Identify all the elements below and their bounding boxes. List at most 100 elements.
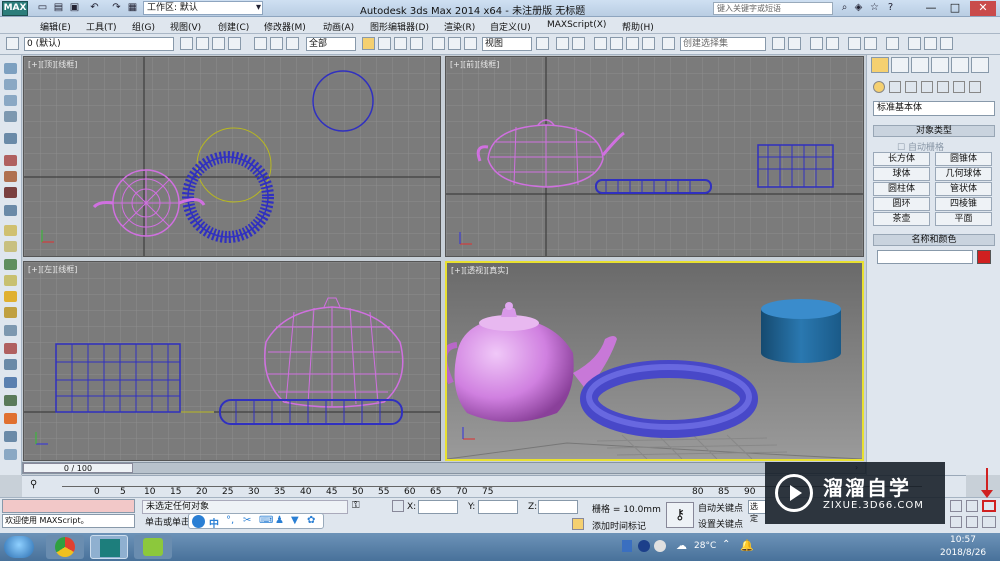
render-setup-icon[interactable]	[908, 37, 921, 50]
zoom-extents-icon[interactable]	[982, 500, 996, 512]
time-slider[interactable]: 0 / 100 ›	[22, 462, 866, 474]
search-input[interactable]: 键入关键字或短语	[713, 2, 833, 15]
notification-bell-icon[interactable]: 🔔	[740, 539, 754, 552]
ime-settings-icon[interactable]: ✿	[307, 515, 315, 526]
unlink-icon[interactable]	[270, 37, 283, 50]
box-button[interactable]: 长方体	[873, 152, 930, 166]
tray-icon-1[interactable]	[622, 540, 632, 552]
weather-cloud-icon[interactable]: ☁	[676, 539, 687, 552]
maximize-viewport-icon[interactable]	[982, 516, 996, 528]
ime-scissors-icon[interactable]: ✂	[243, 515, 251, 526]
tool-icon-10[interactable]	[4, 225, 17, 236]
systems-icon[interactable]	[969, 81, 981, 93]
object-name-input[interactable]	[877, 250, 973, 264]
add-time-tag[interactable]: 添加时间标记	[592, 519, 646, 532]
tool-icon-3[interactable]	[4, 95, 17, 106]
percent-snap-icon[interactable]	[626, 37, 639, 50]
cone-button[interactable]: 圆锥体	[935, 152, 992, 166]
rect-selection-icon[interactable]	[394, 37, 407, 50]
curve-editor-icon[interactable]	[848, 37, 861, 50]
layer-icon[interactable]	[6, 37, 19, 50]
tool-icon-14[interactable]	[4, 291, 17, 302]
motion-tab-icon[interactable]	[931, 57, 949, 73]
tool-icon-2[interactable]	[4, 79, 17, 90]
abs-mode-icon[interactable]	[392, 500, 404, 512]
window-crossing-icon[interactable]	[410, 37, 423, 50]
menu-maxscript[interactable]: MAXScript(X)	[547, 20, 606, 30]
align-icon[interactable]	[788, 37, 801, 50]
teapot-button[interactable]: 茶壶	[873, 212, 930, 226]
move-icon[interactable]	[432, 37, 445, 50]
key-filter-select[interactable]: 选定	[748, 500, 766, 523]
menu-edit[interactable]: 编辑(E)	[40, 20, 71, 33]
setkey-button[interactable]: 设置关键点	[698, 517, 743, 530]
lights-icon[interactable]	[905, 81, 917, 93]
keyboard-shortcut-icon[interactable]	[572, 37, 585, 50]
star-icon[interactable]: ☆	[868, 2, 881, 14]
time-tag-icon[interactable]	[572, 518, 584, 530]
viewport-top[interactable]: [+][顶][线框]	[23, 56, 441, 257]
green-app[interactable]	[134, 535, 172, 559]
time-slider-thumb[interactable]: 0 / 100	[23, 463, 133, 473]
display-tab-icon[interactable]	[951, 57, 969, 73]
rotate-icon[interactable]	[448, 37, 461, 50]
sphere-button[interactable]: 球体	[873, 167, 930, 181]
material-editor-icon[interactable]	[886, 37, 899, 50]
ime-keyboard-icon[interactable]: ⌨	[259, 515, 273, 526]
viewport-front-label[interactable]: [+][前][线框]	[450, 59, 499, 70]
tool-icon-1[interactable]	[4, 63, 17, 74]
named-selection-icon[interactable]	[662, 37, 675, 50]
tool-icon-18[interactable]	[4, 359, 17, 370]
help-icon[interactable]: ?	[884, 2, 897, 14]
temperature[interactable]: 28°C	[694, 541, 716, 551]
tool-icon-11[interactable]	[4, 241, 17, 252]
tool-icon-21[interactable]	[4, 413, 17, 424]
rendered-frame-icon[interactable]	[924, 37, 937, 50]
ime-punct-icon[interactable]: °,	[226, 515, 234, 526]
modify-tab-icon[interactable]	[891, 57, 909, 73]
selection-filter-select[interactable]: 全部	[306, 37, 356, 51]
tool-icon-12[interactable]	[4, 259, 17, 270]
community-icon[interactable]: ◈	[852, 2, 865, 14]
tool-icon-9[interactable]	[4, 205, 17, 216]
geometry-icon[interactable]	[873, 81, 885, 93]
layer-explorer-icon[interactable]	[810, 37, 823, 50]
pan-icon[interactable]	[950, 516, 962, 528]
viewport-front[interactable]: [+][前][线框]	[445, 56, 864, 257]
angle-snap-icon[interactable]	[610, 37, 623, 50]
tool-icon-8[interactable]	[4, 187, 17, 198]
z-coord-input[interactable]	[538, 500, 578, 514]
menu-help[interactable]: 帮助(H)	[622, 20, 654, 33]
key-mode-icon[interactable]: ⚷	[666, 502, 694, 528]
tray-up-icon[interactable]: ⌃	[722, 539, 730, 550]
select-object-icon[interactable]	[362, 37, 375, 50]
ime-user-icon[interactable]: ♟	[275, 515, 284, 526]
tool-icon-15[interactable]	[4, 307, 17, 318]
chevron-down-icon[interactable]: ▾	[252, 2, 265, 14]
tool-icon-5[interactable]	[4, 133, 17, 144]
helpers-icon[interactable]	[937, 81, 949, 93]
tool-icon-19[interactable]	[4, 377, 17, 388]
chrome-app[interactable]	[46, 535, 84, 559]
tray-icon-3[interactable]	[654, 540, 666, 552]
geosphere-button[interactable]: 几何球体	[935, 167, 992, 181]
shapes-icon[interactable]	[889, 81, 901, 93]
zoom-all-icon[interactable]	[966, 500, 978, 512]
layer-manager-icon[interactable]	[180, 37, 193, 50]
torus-button[interactable]: 圆环	[873, 197, 930, 211]
orbit-icon[interactable]	[966, 516, 978, 528]
cylinder-button[interactable]: 圆柱体	[873, 182, 930, 196]
clock-date[interactable]: 2018/8/26	[940, 548, 986, 558]
tube-button[interactable]: 管状体	[935, 182, 992, 196]
menu-customize[interactable]: 自定义(U)	[490, 20, 531, 33]
maximize-button[interactable]: □	[946, 1, 964, 16]
tool-icon-6[interactable]	[4, 155, 17, 166]
menu-modifiers[interactable]: 修改器(M)	[264, 20, 306, 33]
tool-icon-20[interactable]	[4, 395, 17, 406]
link-icon[interactable]	[254, 37, 267, 50]
tool-icon-16[interactable]	[4, 325, 17, 336]
object-color-swatch[interactable]	[977, 250, 991, 264]
autokey-button[interactable]: 自动关键点	[698, 501, 743, 514]
ime-skin-icon[interactable]: ▼	[291, 515, 299, 526]
menu-animation[interactable]: 动画(A)	[323, 20, 354, 33]
